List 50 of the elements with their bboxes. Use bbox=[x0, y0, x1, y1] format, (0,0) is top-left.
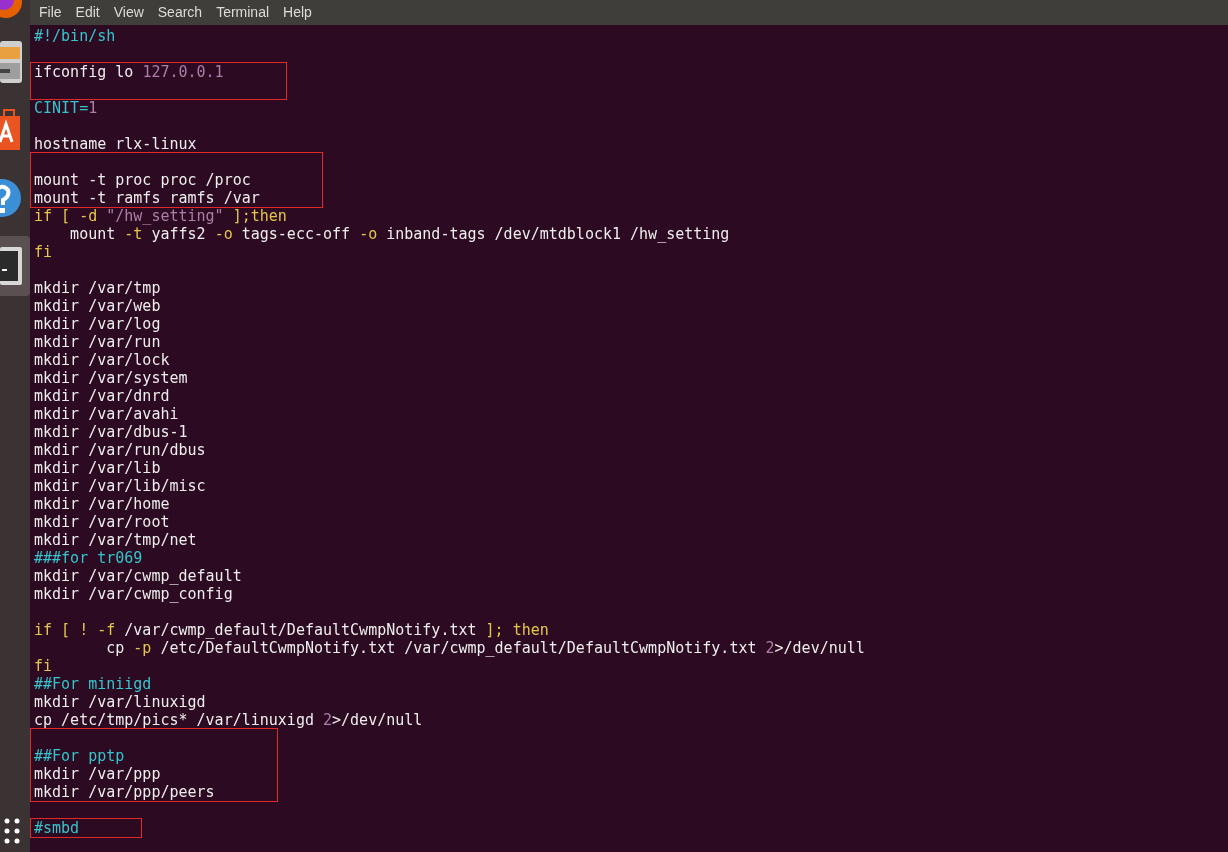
code-line: mkdir /var/system bbox=[34, 369, 188, 387]
code-line: fi bbox=[34, 657, 53, 675]
code-line: ###for tr069 bbox=[34, 549, 143, 567]
menu-item[interactable]: Edit bbox=[75, 2, 100, 23]
code-line: fi bbox=[34, 243, 53, 261]
code-line: mkdir /var/dbus-1 bbox=[34, 423, 188, 441]
code-line: mkdir /var/dnrd bbox=[34, 387, 170, 405]
code-line: mkdir /var/lib bbox=[34, 459, 161, 477]
code-line: mkdir /var/ppp/peers bbox=[34, 783, 215, 801]
menu-item[interactable]: View bbox=[113, 2, 144, 23]
globe-icon bbox=[0, 0, 22, 20]
code-line: mount -t proc proc /proc bbox=[34, 171, 251, 189]
code-line: #smbd bbox=[34, 819, 80, 837]
code-line: mount -t yaffs2 -o tags-ecc-off -o inband-tags /dev/mtdblock1 /hw_setting bbox=[69, 225, 730, 243]
code-line: cp -p /etc/DefaultCwmpNotify.txt /var/cwmp_default/DefaultCwmpNotify.txt 2>/dev/null bbox=[105, 639, 865, 657]
menu-item[interactable]: Help bbox=[283, 2, 312, 23]
code-line: mkdir /var/root bbox=[34, 513, 170, 531]
code-line: mkdir /var/linuxigd bbox=[34, 693, 206, 711]
terminal-icon bbox=[0, 247, 22, 285]
menu-item[interactable]: File bbox=[39, 2, 62, 23]
file-cabinet-icon bbox=[0, 39, 22, 85]
code-line: cp /etc/tmp/pics* /var/linuxigd 2>/dev/null bbox=[34, 711, 423, 729]
code-line: mkdir /var/tmp bbox=[34, 279, 161, 297]
code-line: mkdir /var/cwmp_default bbox=[34, 567, 242, 585]
code-line: if [ ! -f /var/cwmp_default/DefaultCwmpNotify.txt ]; then bbox=[34, 621, 549, 639]
code-line: if [ -d "/hw_setting" ];then bbox=[34, 207, 287, 225]
code-line: mount -t ramfs ramfs /var bbox=[34, 189, 260, 207]
code-line: CINIT=1 bbox=[34, 99, 98, 117]
code-line: mkdir /var/ppp bbox=[34, 765, 161, 783]
code-line: ##For miniigd bbox=[34, 675, 152, 693]
code-line: #!/bin/sh bbox=[34, 27, 116, 45]
app-grid-icon bbox=[4, 817, 20, 845]
code-line: mkdir /var/run/dbus bbox=[34, 441, 206, 459]
menu-item[interactable]: Search bbox=[157, 2, 203, 23]
menu-item[interactable]: Terminal bbox=[216, 2, 270, 23]
code-line: mkdir /var/web bbox=[34, 297, 161, 315]
shopping-bag-icon bbox=[0, 108, 22, 152]
code-line: hostname rlx-linux bbox=[34, 135, 197, 153]
code-line: ifconfig lo 127.0.0.1 bbox=[34, 63, 224, 81]
code-line: ##For pptp bbox=[34, 747, 125, 765]
help-icon bbox=[0, 177, 22, 219]
dock-item[interactable] bbox=[0, 236, 30, 296]
code-line: mkdir /var/home bbox=[34, 495, 170, 513]
code-line: mkdir /var/log bbox=[34, 315, 161, 333]
code-line: mkdir /var/lib/misc bbox=[34, 477, 206, 495]
code-line: mkdir /var/cwmp_config bbox=[34, 585, 233, 603]
code-line: mkdir /var/run bbox=[34, 333, 161, 351]
code-line: mkdir /var/lock bbox=[34, 351, 170, 369]
code-line: mkdir /var/avahi bbox=[34, 405, 179, 423]
code-line: mkdir /var/tmp/net bbox=[34, 531, 197, 549]
